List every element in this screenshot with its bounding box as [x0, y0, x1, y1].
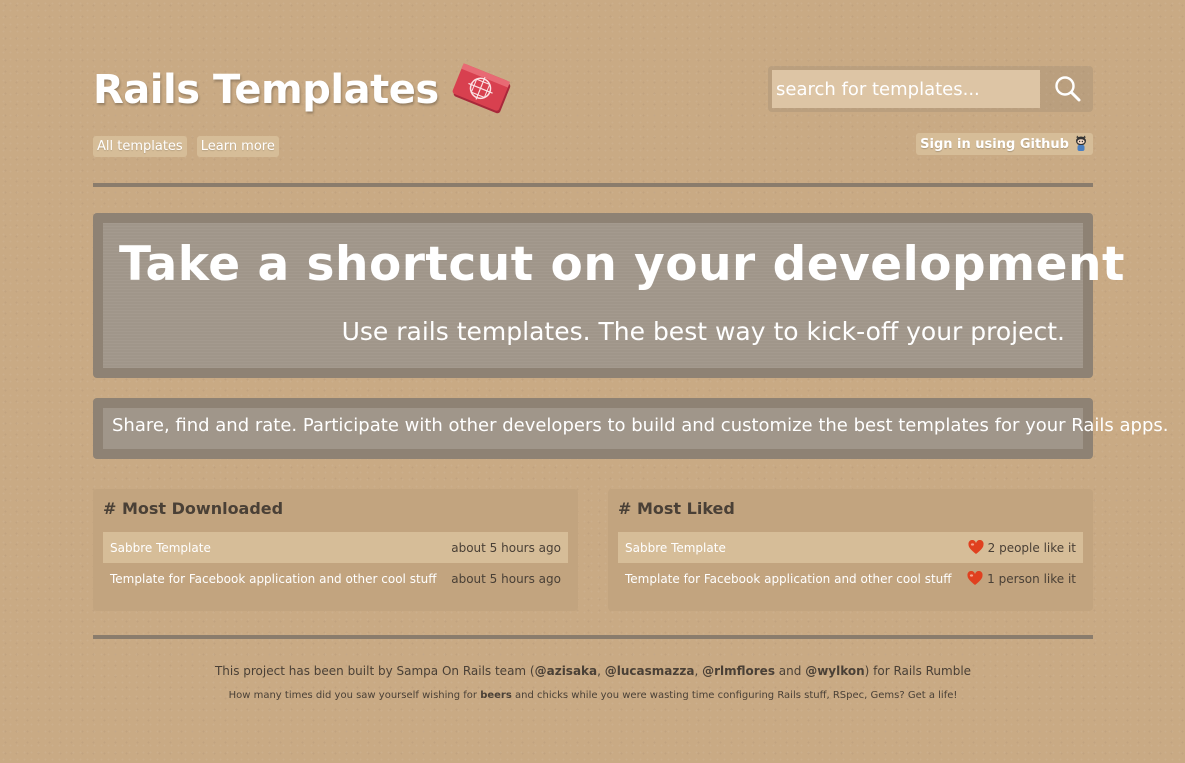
footer: This project has been built by Sampa On … [93, 664, 1093, 701]
author-link[interactable]: @lucasmazza [605, 664, 695, 678]
header-divider [93, 183, 1093, 187]
search-button[interactable] [1047, 70, 1089, 108]
github-signin-link[interactable]: Sign in using Github [916, 133, 1093, 155]
credits-prefix: This project has been built by Sampa On … [214, 664, 535, 678]
likes-info: 1 person like it [967, 571, 1076, 586]
list-item: Template for Facebook application and ot… [103, 563, 568, 594]
likes-count: 2 people like it [987, 540, 1076, 555]
likes-info: 2 people like it [968, 540, 1076, 555]
most-liked-title: # Most Liked [618, 499, 735, 518]
template-time: about 5 hours ago [451, 540, 561, 555]
template-link[interactable]: Sabbre Template [110, 541, 211, 555]
template-time: about 5 hours ago [451, 571, 561, 586]
template-link[interactable]: Sabbre Template [625, 541, 726, 555]
credits-suffix: ) for Rails Rumble [864, 664, 972, 678]
joke-suffix: and chicks while you were wasting time c… [511, 690, 958, 701]
list-item: Template for Facebook application and ot… [618, 563, 1083, 594]
footer-divider [93, 635, 1093, 639]
author-link[interactable]: @azisaka [535, 664, 598, 678]
separator: , [597, 664, 605, 678]
template-link[interactable]: Template for Facebook application and ot… [110, 572, 437, 586]
footer-credits: This project has been built by Sampa On … [93, 664, 1093, 678]
list-item: Sabbre Template 2 people like it [618, 532, 1083, 563]
nav-learn-more[interactable]: Learn more [196, 136, 279, 157]
hero-subtitle: Use rails templates. The best way to kic… [341, 317, 1065, 346]
separator: , [694, 664, 703, 678]
author-link[interactable]: @rlmflores [702, 664, 775, 678]
nav-all-templates[interactable]: All templates [93, 136, 187, 157]
search-input[interactable] [772, 70, 1040, 108]
template-link[interactable]: Template for Facebook application and ot… [625, 572, 952, 586]
joke-bold: beers [480, 690, 512, 701]
separator: and [774, 664, 806, 678]
page: Rails Templates All templates Learn mo [93, 0, 1169, 763]
logo-text: Rails Templates [93, 67, 439, 113]
logo[interactable]: Rails Templates [93, 62, 517, 118]
search-box [768, 66, 1093, 112]
hero-inner: Take a shortcut on your development Use … [103, 223, 1124, 368]
joke-prefix: How many times did you saw yourself wish… [228, 690, 481, 701]
hero-banner: Take a shortcut on your development Use … [93, 213, 1124, 378]
author-link[interactable]: @wylkon [805, 664, 864, 678]
search-icon [1055, 76, 1081, 102]
heart-icon [967, 571, 983, 585]
hero-title: Take a shortcut on your development [119, 237, 1125, 292]
most-downloaded-panel: # Most Downloaded Sabbre Template about … [93, 489, 578, 611]
tagline-text: Share, find and rate. Participate with o… [103, 408, 1169, 449]
likes-count: 1 person like it [987, 571, 1076, 586]
most-liked-panel: # Most Liked Sabbre Template 2 people li… [608, 489, 1093, 611]
octocat-icon [1076, 135, 1086, 151]
book-logo-icon [452, 63, 510, 114]
tagline-banner: Share, find and rate. Participate with o… [93, 398, 1169, 459]
main-nav: All templates Learn more [93, 136, 279, 157]
list-item: Sabbre Template about 5 hours ago [103, 532, 568, 563]
footer-joke: How many times did you saw yourself wish… [93, 690, 1093, 701]
most-downloaded-title: # Most Downloaded [103, 499, 284, 518]
signin-label: Sign in using Github [920, 136, 1069, 152]
heart-icon [968, 540, 984, 554]
